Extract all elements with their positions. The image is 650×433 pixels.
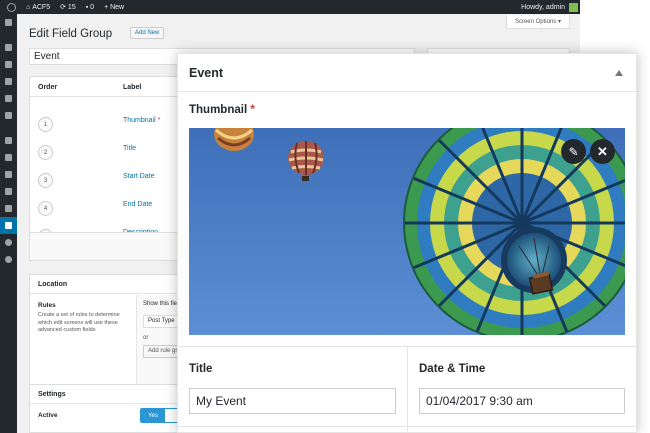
- settings-icon[interactable]: [0, 200, 17, 217]
- datetime-field-label: Date & Time: [419, 363, 486, 375]
- divider: [407, 346, 408, 433]
- order-handle[interactable]: 4: [38, 201, 53, 216]
- updates-count: 15: [67, 3, 76, 11]
- required-marker: *: [157, 117, 161, 124]
- pin-icon[interactable]: [0, 39, 17, 56]
- tools-icon[interactable]: [0, 183, 17, 200]
- rules-label: Rules: [38, 302, 56, 309]
- plus-icon: +: [104, 3, 109, 11]
- updates-icon: ⟳: [60, 4, 66, 11]
- datetime-input[interactable]: [419, 388, 625, 414]
- pin-icon[interactable]: [0, 107, 17, 124]
- or-label: or: [143, 335, 149, 341]
- active-label: Active: [38, 412, 58, 419]
- updates-link[interactable]: ⟳ 15: [55, 0, 81, 14]
- thumbnail-label-text: Thumbnail: [189, 104, 248, 116]
- new-content-link[interactable]: + New: [99, 0, 129, 14]
- balloon-photo: [189, 128, 625, 335]
- custom-fields-icon[interactable]: [0, 217, 17, 234]
- screen-options-button[interactable]: Screen Options ▾: [505, 15, 570, 29]
- thumbnail-label: Thumbnail *: [189, 104, 255, 116]
- menu-separator: [0, 31, 17, 39]
- field-label-link[interactable]: Title: [123, 145, 136, 152]
- new-label: New: [110, 3, 125, 11]
- title-input[interactable]: [189, 388, 396, 414]
- home-icon[interactable]: ⌂ ACF5: [21, 0, 55, 14]
- order-handle[interactable]: 2: [38, 145, 53, 160]
- order-header: Order: [38, 84, 58, 91]
- page-title: Edit Field Group: [29, 28, 113, 40]
- order-handle[interactable]: 3: [38, 173, 53, 188]
- field-label-link[interactable]: Start Date: [123, 173, 155, 180]
- order-handle[interactable]: 1: [38, 117, 53, 132]
- metabox-title: Event: [189, 66, 224, 80]
- appearance-icon[interactable]: [0, 132, 17, 149]
- plugins-icon[interactable]: [0, 149, 17, 166]
- field-label-text: Thumbnail: [123, 117, 156, 124]
- avatar[interactable]: [569, 2, 578, 12]
- menu-separator: [0, 124, 17, 132]
- dashboard-icon[interactable]: [0, 14, 17, 31]
- rules-description: Create a set of rules to determine which…: [38, 312, 120, 333]
- site-name[interactable]: ACF5: [32, 4, 50, 11]
- close-icon[interactable]: ✕: [590, 139, 615, 164]
- event-metabox: Event Thumbnail * ✎ ✕ Title My Event Dat…: [177, 53, 637, 433]
- pages-icon[interactable]: [0, 73, 17, 90]
- divider: [178, 426, 636, 427]
- media-icon[interactable]: [0, 56, 17, 73]
- admin-bar: ⌂ ACF5 ⟳ 15 ▪ 0 + New Howdy, admin: [0, 0, 580, 14]
- toggle-yes: Yes: [141, 409, 165, 422]
- field-label-link[interactable]: End Date: [123, 201, 152, 208]
- metabox-header[interactable]: Event: [178, 54, 636, 92]
- gear-icon[interactable]: [0, 234, 17, 251]
- add-new-button[interactable]: Add New: [130, 27, 165, 39]
- comments-link[interactable]: ▪ 0: [81, 0, 99, 14]
- comments-icon[interactable]: [0, 90, 17, 107]
- users-icon[interactable]: [0, 166, 17, 183]
- howdy-greeting[interactable]: Howdy, admin: [521, 4, 565, 11]
- required-marker: *: [250, 104, 255, 116]
- collapse-arrow-icon[interactable]: [615, 70, 623, 76]
- collapse-icon[interactable]: [0, 251, 17, 268]
- comment-icon: ▪: [85, 3, 89, 11]
- wordpress-logo-icon[interactable]: [0, 0, 21, 14]
- comments-count: 0: [90, 3, 95, 11]
- label-header: Label: [123, 84, 142, 91]
- thumbnail-image[interactable]: ✎ ✕: [189, 128, 625, 335]
- field-label-link[interactable]: Thumbnail *: [123, 117, 160, 124]
- pencil-icon[interactable]: ✎: [561, 139, 586, 164]
- admin-menu: [0, 14, 17, 433]
- title-field-label: Title: [189, 363, 213, 375]
